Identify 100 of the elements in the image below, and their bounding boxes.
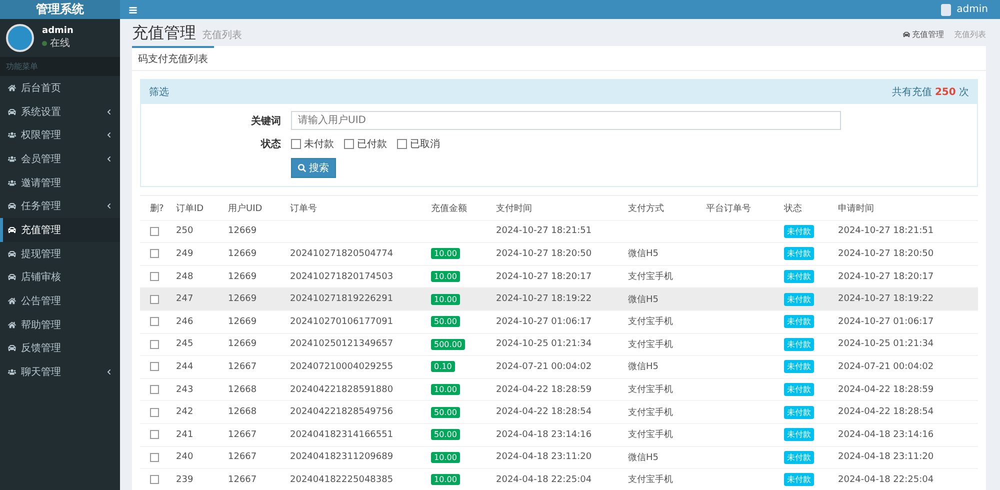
amount-badge: 10.00 — [431, 294, 460, 305]
sidebar-item[interactable]: 充值管理 — [0, 218, 120, 242]
status-badge: 未付款 — [784, 247, 814, 260]
amount-badge: 500.00 — [431, 338, 465, 350]
row-checkbox[interactable] — [150, 430, 159, 440]
status-checkbox[interactable]: 已付款 — [344, 137, 387, 151]
table-cell-text: 微信H5 — [628, 360, 660, 374]
menu-item-icon — [8, 154, 16, 163]
user-status: 在线 — [50, 36, 70, 50]
sidebar-item[interactable]: 权限管理 — [0, 123, 120, 148]
column-header: 充值金额 — [431, 202, 468, 216]
status-badge: 未付款 — [784, 473, 814, 486]
sidebar-item[interactable]: 邀请管理 — [0, 170, 120, 194]
table-cell-text: 202410250121349657 — [290, 339, 394, 350]
menu-item-icon — [8, 297, 16, 306]
row-checkbox[interactable] — [150, 340, 159, 349]
table-cell-text: 243 — [176, 384, 194, 395]
row-checkbox[interactable] — [150, 452, 159, 462]
row-checkbox[interactable] — [150, 272, 159, 282]
table-cell-text: 202410271820504774 — [290, 248, 394, 259]
table-cell-text: 246 — [176, 316, 194, 327]
table-cell-text: 12667 — [228, 430, 258, 440]
sidebar-item[interactable]: 系统设置 — [0, 100, 120, 124]
table-cell-text: 2024-04-18 23:14:16 — [496, 430, 593, 440]
menu-item-icon — [8, 250, 16, 258]
sidebar-item[interactable]: 提现管理 — [0, 242, 120, 266]
amount-badge: 10.00 — [431, 474, 460, 486]
table-cell-text: 微信H5 — [628, 294, 660, 306]
table-cell-text: 2024-04-18 23:11:20 — [838, 452, 935, 462]
menu-item-icon — [8, 344, 16, 352]
table-cell-text: 12667 — [228, 362, 258, 372]
table-cell-text: 2024-04-22 18:28:54 — [496, 407, 593, 418]
table-cell-text: 241 — [176, 430, 194, 440]
menu-toggle[interactable]: ≡ — [128, 2, 138, 16]
table-cell-text: 2024-04-18 23:14:16 — [838, 430, 935, 440]
table-cell-text: 2024-10-27 18:20:17 — [496, 272, 593, 282]
top-username[interactable]: admin — [956, 4, 988, 15]
sidebar-item[interactable]: 反馈管理 — [0, 336, 120, 360]
table-cell-text: 2024-04-18 23:11:20 — [496, 452, 593, 462]
menu-item-icon — [8, 108, 16, 116]
sidebar-item[interactable]: 帮助管理 — [0, 312, 120, 337]
menu-item-icon — [8, 320, 16, 329]
sidebar-item[interactable]: 店铺审核 — [0, 266, 120, 290]
table-cell-text: 12669 — [228, 248, 258, 259]
table-cell-text: 2024-04-22 18:28:59 — [496, 384, 593, 395]
amount-badge: 50.00 — [431, 406, 460, 418]
table-cell-text: 249 — [176, 248, 194, 259]
row-checkbox[interactable] — [150, 362, 159, 372]
menu-item-icon — [8, 178, 16, 187]
sidebar-item[interactable]: 后台首页 — [0, 76, 120, 100]
amount-badge: 10.00 — [431, 271, 460, 282]
row-checkbox[interactable] — [150, 226, 159, 236]
keyword-field[interactable]: 请输入用户UID — [291, 111, 841, 130]
table-cell-text: 支付宝手机 — [628, 428, 674, 442]
row-checkbox[interactable] — [150, 408, 159, 417]
column-header: 平台订单号 — [706, 202, 752, 216]
column-header: 用户UID — [228, 202, 264, 216]
table-cell-text: 支付宝手机 — [628, 474, 674, 486]
sidebar-item[interactable]: 会员管理 — [0, 147, 120, 171]
tab[interactable]: 码支付充值列表 — [132, 46, 214, 70]
status-badge: 未付款 — [784, 270, 814, 284]
sidebar-item[interactable]: 聊天管理 — [0, 360, 120, 384]
column-header: 订单号 — [290, 202, 318, 216]
table-cell-text: 2024-07-21 00:04:02 — [838, 362, 935, 372]
table-cell-text: 202404221828591880 — [290, 384, 394, 395]
row-checkbox[interactable] — [150, 385, 159, 394]
brand-title: 管理系统 — [0, 0, 120, 19]
column-header: 删? — [150, 202, 165, 216]
row-checkbox[interactable] — [150, 294, 159, 304]
row-checkbox[interactable] — [150, 249, 159, 258]
table-cell-text: 2024-10-25 01:21:34 — [838, 339, 935, 350]
table-cell-text: 微信H5 — [628, 452, 660, 464]
table-cell-text: 2024-04-18 22:25:04 — [496, 474, 593, 485]
table-cell-text: 12668 — [228, 407, 258, 418]
user-name: admin — [42, 26, 74, 36]
menu-section-label: 功能菜单 — [0, 57, 120, 76]
status-checkbox[interactable]: 未付款 — [291, 137, 334, 151]
column-header: 订单ID — [176, 202, 205, 216]
table-cell-text: 240 — [176, 452, 194, 462]
page-title: 充值管理 — [132, 23, 196, 42]
table-cell-text: 2024-10-27 18:19:22 — [496, 294, 593, 304]
sidebar-item[interactable]: 任务管理 — [0, 194, 120, 218]
column-header: 申请时间 — [838, 202, 875, 216]
table-cell-text: 242 — [176, 407, 194, 418]
table-cell-text: 12669 — [228, 294, 258, 304]
table-cell-text: 支付宝手机 — [628, 316, 674, 328]
status-badge: 未付款 — [784, 292, 814, 306]
status-checkbox[interactable]: 已取消 — [397, 137, 440, 151]
search-button[interactable]: 搜索 — [291, 158, 336, 178]
row-checkbox[interactable] — [150, 475, 159, 484]
table-cell-text: 247 — [176, 294, 194, 304]
table-cell-text: 2024-07-21 00:04:02 — [496, 362, 593, 372]
sidebar-item[interactable]: 公告管理 — [0, 289, 120, 313]
status-badge: 未付款 — [784, 450, 814, 464]
table-cell-text: 12668 — [228, 384, 258, 395]
filter-title: 筛选 — [149, 86, 169, 99]
breadcrumb-link[interactable]: 充值管理 — [912, 29, 944, 40]
table-cell-text: 12669 — [228, 316, 258, 327]
table-cell-text: 202410271819226291 — [290, 294, 394, 304]
row-checkbox[interactable] — [150, 317, 159, 326]
